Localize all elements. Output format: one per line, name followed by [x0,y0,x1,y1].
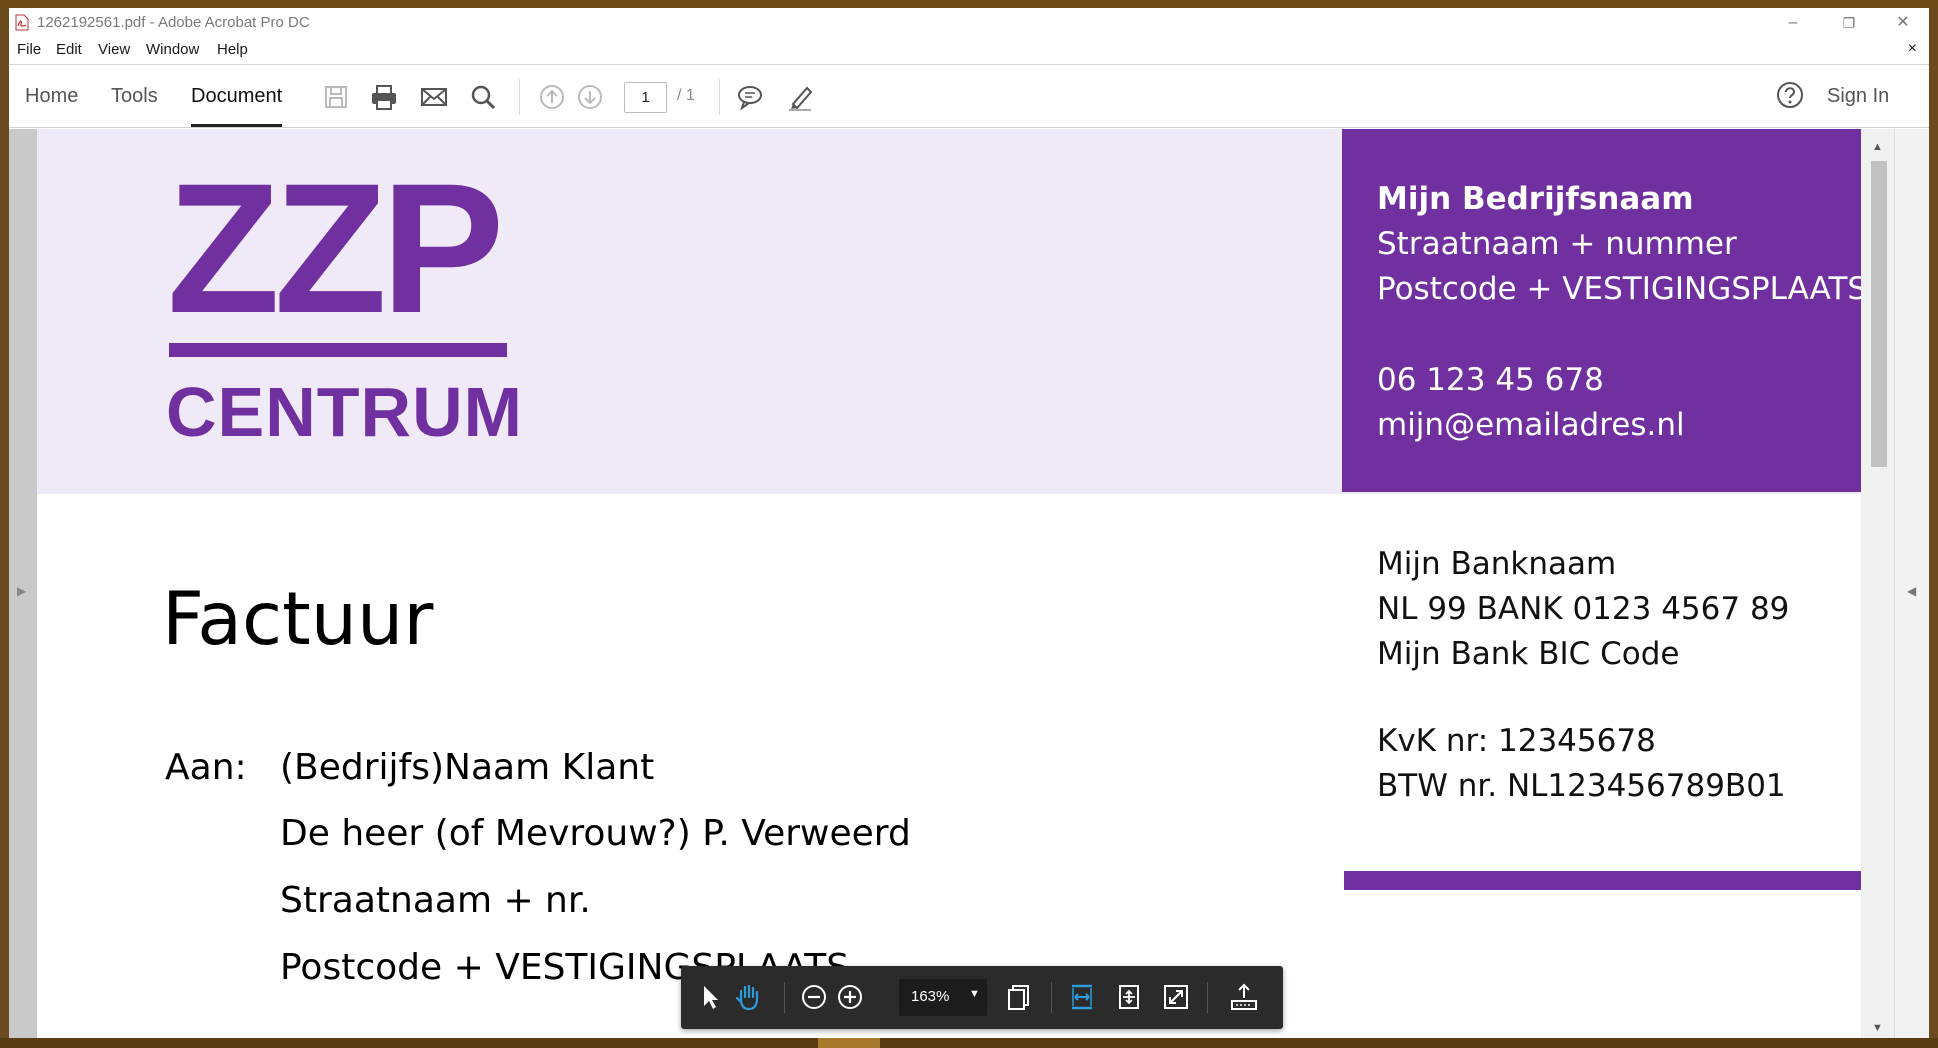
fit-width-icon[interactable] [1067,982,1097,1012]
fit-page-icon[interactable] [1114,982,1144,1012]
page-number-input[interactable]: 1 [624,82,667,113]
bank-bic: Mijn Bank BIC Code [1377,636,1680,672]
recipient-street: Straatnaam + nr. [280,880,591,921]
scroll-down-icon[interactable]: ▼ [1872,1022,1883,1034]
zoom-out-icon[interactable] [799,982,829,1012]
close-window-button[interactable]: ✕ [1883,11,1923,35]
scrollbar-thumb[interactable] [1871,161,1887,467]
expand-right-panel-icon[interactable]: ◀ [1907,584,1916,598]
page-total: / 1 [677,87,695,104]
help-icon[interactable] [1774,79,1806,111]
company-city: Postcode + VESTIGINGSPLAATS [1377,271,1861,307]
bank-iban: NL 99 BANK 0123 4567 89 [1377,591,1790,627]
desktop-top-strip [0,0,1938,8]
zoom-in-icon[interactable] [835,982,865,1012]
toolbar-divider [1207,982,1208,1013]
window-title: 1262192561.pdf - Adobe Acrobat Pro DC [37,14,310,31]
vertical-scrollbar[interactable]: ▲ ▼ [1861,129,1894,1038]
zoom-level-value: 163% [911,988,950,1005]
next-page-icon[interactable] [575,82,605,112]
hand-tool-icon[interactable] [733,982,763,1012]
menu-window[interactable]: Window [146,41,199,58]
right-panel-collapsed[interactable]: ◀ [1894,129,1929,1038]
btw-number: BTW nr. NL123456789B01 [1377,768,1786,804]
toolbar-divider [519,79,520,115]
menu-bar: File Edit View Window Help × [9,38,1929,64]
bank-name: Mijn Banknaam [1377,546,1617,582]
company-email: mijn@emailadres.nl [1377,407,1685,443]
share-upload-icon[interactable] [1229,982,1259,1012]
expand-left-panel-icon[interactable]: ▶ [17,584,26,598]
minimize-button[interactable]: – [1773,11,1813,35]
highlight-pen-icon[interactable] [785,82,815,112]
kvk-number: KvK nr: 12345678 [1377,723,1656,759]
acrobat-window: 1262192561.pdf - Adobe Acrobat Pro DC – … [9,8,1929,1038]
menu-file[interactable]: File [17,41,41,58]
main-toolbar: Home Tools Document 1 / 1 Sign In [9,64,1929,128]
desktop-taskbar-strip [0,1038,1938,1048]
restore-button[interactable]: ❐ [1829,11,1869,35]
save-icon[interactable] [321,82,351,112]
tab-tools[interactable]: Tools [111,65,158,127]
select-tool-icon[interactable] [695,982,725,1012]
toolbar-divider [784,982,785,1013]
title-bar: 1262192561.pdf - Adobe Acrobat Pro DC – … [9,8,1929,38]
document-viewport: ▶ ZZP CENTRUM Mijn Bedrijfsnaam Straatna… [9,129,1929,1038]
logo-zzp: ZZP [167,146,504,352]
pdf-file-icon [15,14,29,31]
logo-centrum: CENTRUM [166,373,523,451]
tab-home[interactable]: Home [25,65,78,127]
comment-icon[interactable] [735,82,765,112]
recipient-company: (Bedrijfs)Naam Klant [280,747,655,788]
purple-divider [1344,871,1861,890]
recipient-contact: De heer (of Mevrouw?) P. Verweerd [280,813,911,854]
full-screen-icon[interactable] [1161,982,1191,1012]
page-display-icon[interactable] [1005,982,1035,1012]
floating-page-toolbar: 163% ▼ [681,966,1283,1029]
taskbar-app-highlight [818,1038,880,1048]
menu-help[interactable]: Help [217,41,248,58]
menu-view[interactable]: View [98,41,130,58]
logo-divider-bar [169,343,507,357]
scroll-up-icon[interactable]: ▲ [1872,141,1883,153]
company-name: Mijn Bedrijfsnaam [1377,181,1694,217]
pdf-page: ZZP CENTRUM Mijn Bedrijfsnaam Straatnaam… [37,129,1861,1038]
zoom-level-select[interactable]: 163% ▼ [899,979,987,1016]
toolbar-divider [719,79,720,115]
close-document-button[interactable]: × [1908,40,1917,58]
company-street: Straatnaam + nummer [1377,226,1737,262]
search-icon[interactable] [468,82,498,112]
company-phone: 06 123 45 678 [1377,362,1604,398]
left-panel-collapsed[interactable]: ▶ [9,129,37,1038]
invoice-title: Factuur [162,577,434,662]
previous-page-icon[interactable] [537,82,567,112]
toolbar-divider [1051,982,1052,1013]
email-icon[interactable] [419,82,449,112]
chevron-down-icon: ▼ [969,988,980,1000]
tab-document[interactable]: Document [191,65,283,127]
sign-in-link[interactable]: Sign In [1827,65,1889,127]
print-icon[interactable] [369,82,399,112]
recipient-label: Aan: [165,747,247,788]
menu-edit[interactable]: Edit [56,41,82,58]
